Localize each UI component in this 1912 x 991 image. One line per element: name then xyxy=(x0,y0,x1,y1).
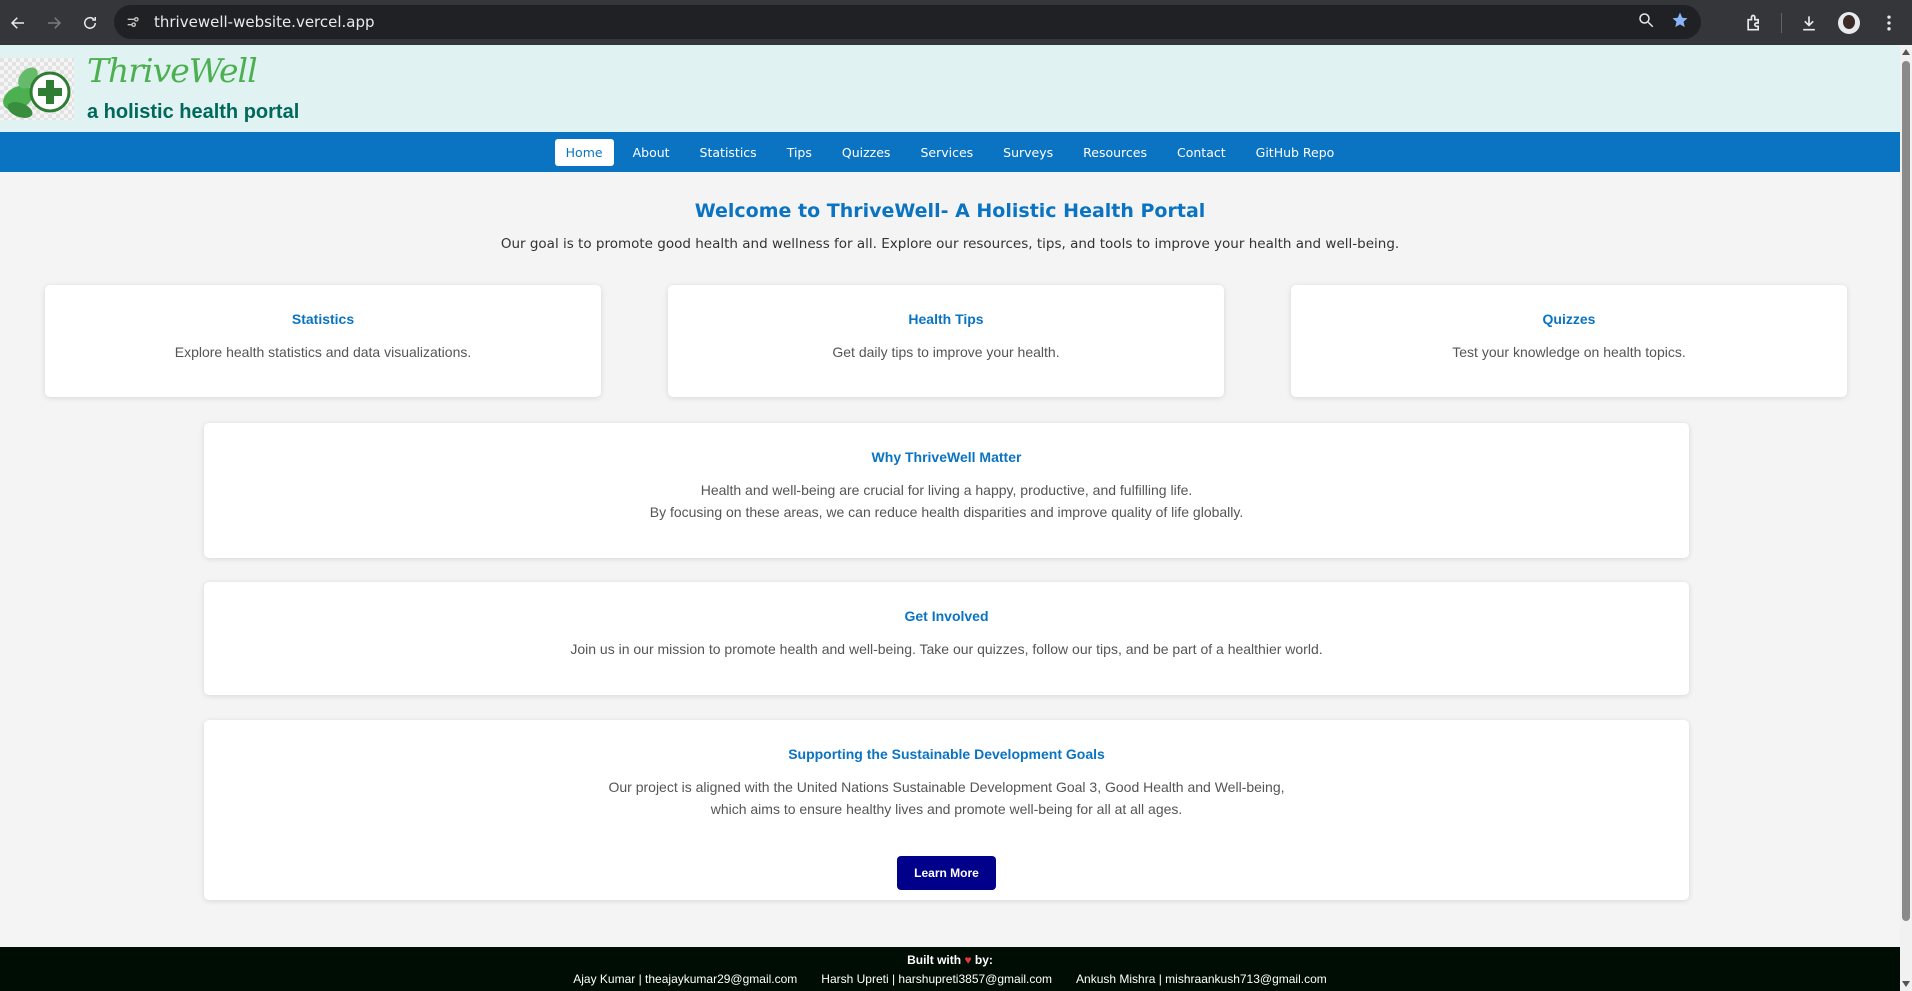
section-title: Supporting the Sustainable Development G… xyxy=(788,746,1105,762)
built-suffix: by: xyxy=(974,953,993,967)
section-title: Get Involved xyxy=(904,608,989,624)
nav-contact[interactable]: Contact xyxy=(1166,139,1237,166)
reload-icon[interactable] xyxy=(72,5,108,41)
forward-icon[interactable] xyxy=(36,5,72,41)
section-line: Our project is aligned with the United N… xyxy=(608,779,1285,795)
quizzes-card[interactable]: Quizzes Test your knowledge on health to… xyxy=(1291,285,1847,397)
bookmark-star-icon[interactable] xyxy=(1671,11,1689,34)
address-bar[interactable]: thrivewell-website.vercel.app xyxy=(114,5,1701,39)
scrollbar-thumb[interactable] xyxy=(1902,61,1910,921)
intro-text: Our goal is to promote good health and w… xyxy=(500,236,1400,252)
back-icon[interactable] xyxy=(0,5,36,41)
download-icon[interactable] xyxy=(1796,10,1822,36)
nav-github-repo[interactable]: GitHub Repo xyxy=(1245,139,1346,166)
learn-more-button[interactable]: Learn More xyxy=(897,856,996,890)
card-title: Health Tips xyxy=(908,311,984,327)
scroll-up-arrow-icon[interactable] xyxy=(1902,49,1910,55)
nav-statistics[interactable]: Statistics xyxy=(689,139,768,166)
page-scrollbar[interactable] xyxy=(1900,45,1912,991)
brand-name: ThriveWell xyxy=(87,51,258,90)
toolbar-separator xyxy=(1781,12,1782,33)
credit-ajay[interactable]: Ajay Kumar | theajaykumar29@gmail.com xyxy=(573,972,797,986)
profile-avatar[interactable] xyxy=(1836,10,1862,36)
card-text: Get daily tips to improve your health. xyxy=(832,344,1060,360)
nav-quizzes[interactable]: Quizzes xyxy=(831,139,902,166)
get-involved-section: Get Involved Join us in our mission to p… xyxy=(204,582,1689,695)
site-header: ThriveWell a holistic health portal xyxy=(0,45,1900,132)
brand-tagline: a holistic health portal xyxy=(87,101,300,123)
main-navbar: Home About Statistics Tips Quizzes Servi… xyxy=(0,132,1900,172)
site-info-icon[interactable] xyxy=(124,13,142,31)
section-title: Why ThriveWell Matter xyxy=(871,449,1022,465)
page-viewport: ThriveWell a holistic health portal Home… xyxy=(0,45,1900,991)
section-line: Health and well-being are crucial for li… xyxy=(700,482,1193,498)
extensions-icon[interactable] xyxy=(1741,10,1767,36)
card-text: Explore health statistics and data visua… xyxy=(174,344,472,360)
built-with-line: Built with ♥ by: xyxy=(0,953,1900,967)
welcome-heading: Welcome to ThriveWell- A Holistic Health… xyxy=(694,200,1206,222)
credits: Ajay Kumar | theajaykumar29@gmail.com Ha… xyxy=(0,972,1900,986)
card-title: Quizzes xyxy=(1542,311,1596,327)
nav-home[interactable]: Home xyxy=(554,138,614,166)
url-text: thrivewell-website.vercel.app xyxy=(154,13,375,31)
why-thrivewell-section: Why ThriveWell Matter Health and well-be… xyxy=(204,423,1689,558)
credit-ankush[interactable]: Ankush Mishra | mishraankush713@gmail.co… xyxy=(1076,972,1327,986)
nav-tips[interactable]: Tips xyxy=(776,139,823,166)
browser-toolbar: thrivewell-website.vercel.app xyxy=(0,0,1912,45)
sdg-section: Supporting the Sustainable Development G… xyxy=(204,720,1689,900)
section-line: By focusing on these areas, we can reduc… xyxy=(649,504,1244,520)
card-title: Statistics xyxy=(291,311,355,327)
section-text: Join us in our mission to promote health… xyxy=(570,641,1323,657)
site-footer: Built with ♥ by: Ajay Kumar | theajaykum… xyxy=(0,947,1900,991)
section-text: Our project is aligned with the United N… xyxy=(204,776,1689,820)
credit-harsh[interactable]: Harsh Upreti | harshupreti3857@gmail.com xyxy=(821,972,1052,986)
nav-resources[interactable]: Resources xyxy=(1072,139,1158,166)
scroll-down-arrow-icon[interactable] xyxy=(1902,981,1910,987)
nav-about[interactable]: About xyxy=(622,139,681,166)
card-text: Test your knowledge on health topics. xyxy=(1452,344,1686,360)
heart-icon: ♥ xyxy=(964,953,972,967)
health-tips-card[interactable]: Health Tips Get daily tips to improve yo… xyxy=(668,285,1224,397)
menu-icon[interactable] xyxy=(1876,10,1902,36)
statistics-card[interactable]: Statistics Explore health statistics and… xyxy=(45,285,601,397)
thrivewell-logo[interactable] xyxy=(0,58,74,120)
section-text: Health and well-being are crucial for li… xyxy=(204,479,1689,523)
zoom-icon[interactable] xyxy=(1637,11,1655,34)
built-prefix: Built with xyxy=(907,953,962,967)
nav-services[interactable]: Services xyxy=(909,139,984,166)
nav-surveys[interactable]: Surveys xyxy=(992,139,1064,166)
section-line: which aims to ensure healthy lives and p… xyxy=(710,801,1183,817)
